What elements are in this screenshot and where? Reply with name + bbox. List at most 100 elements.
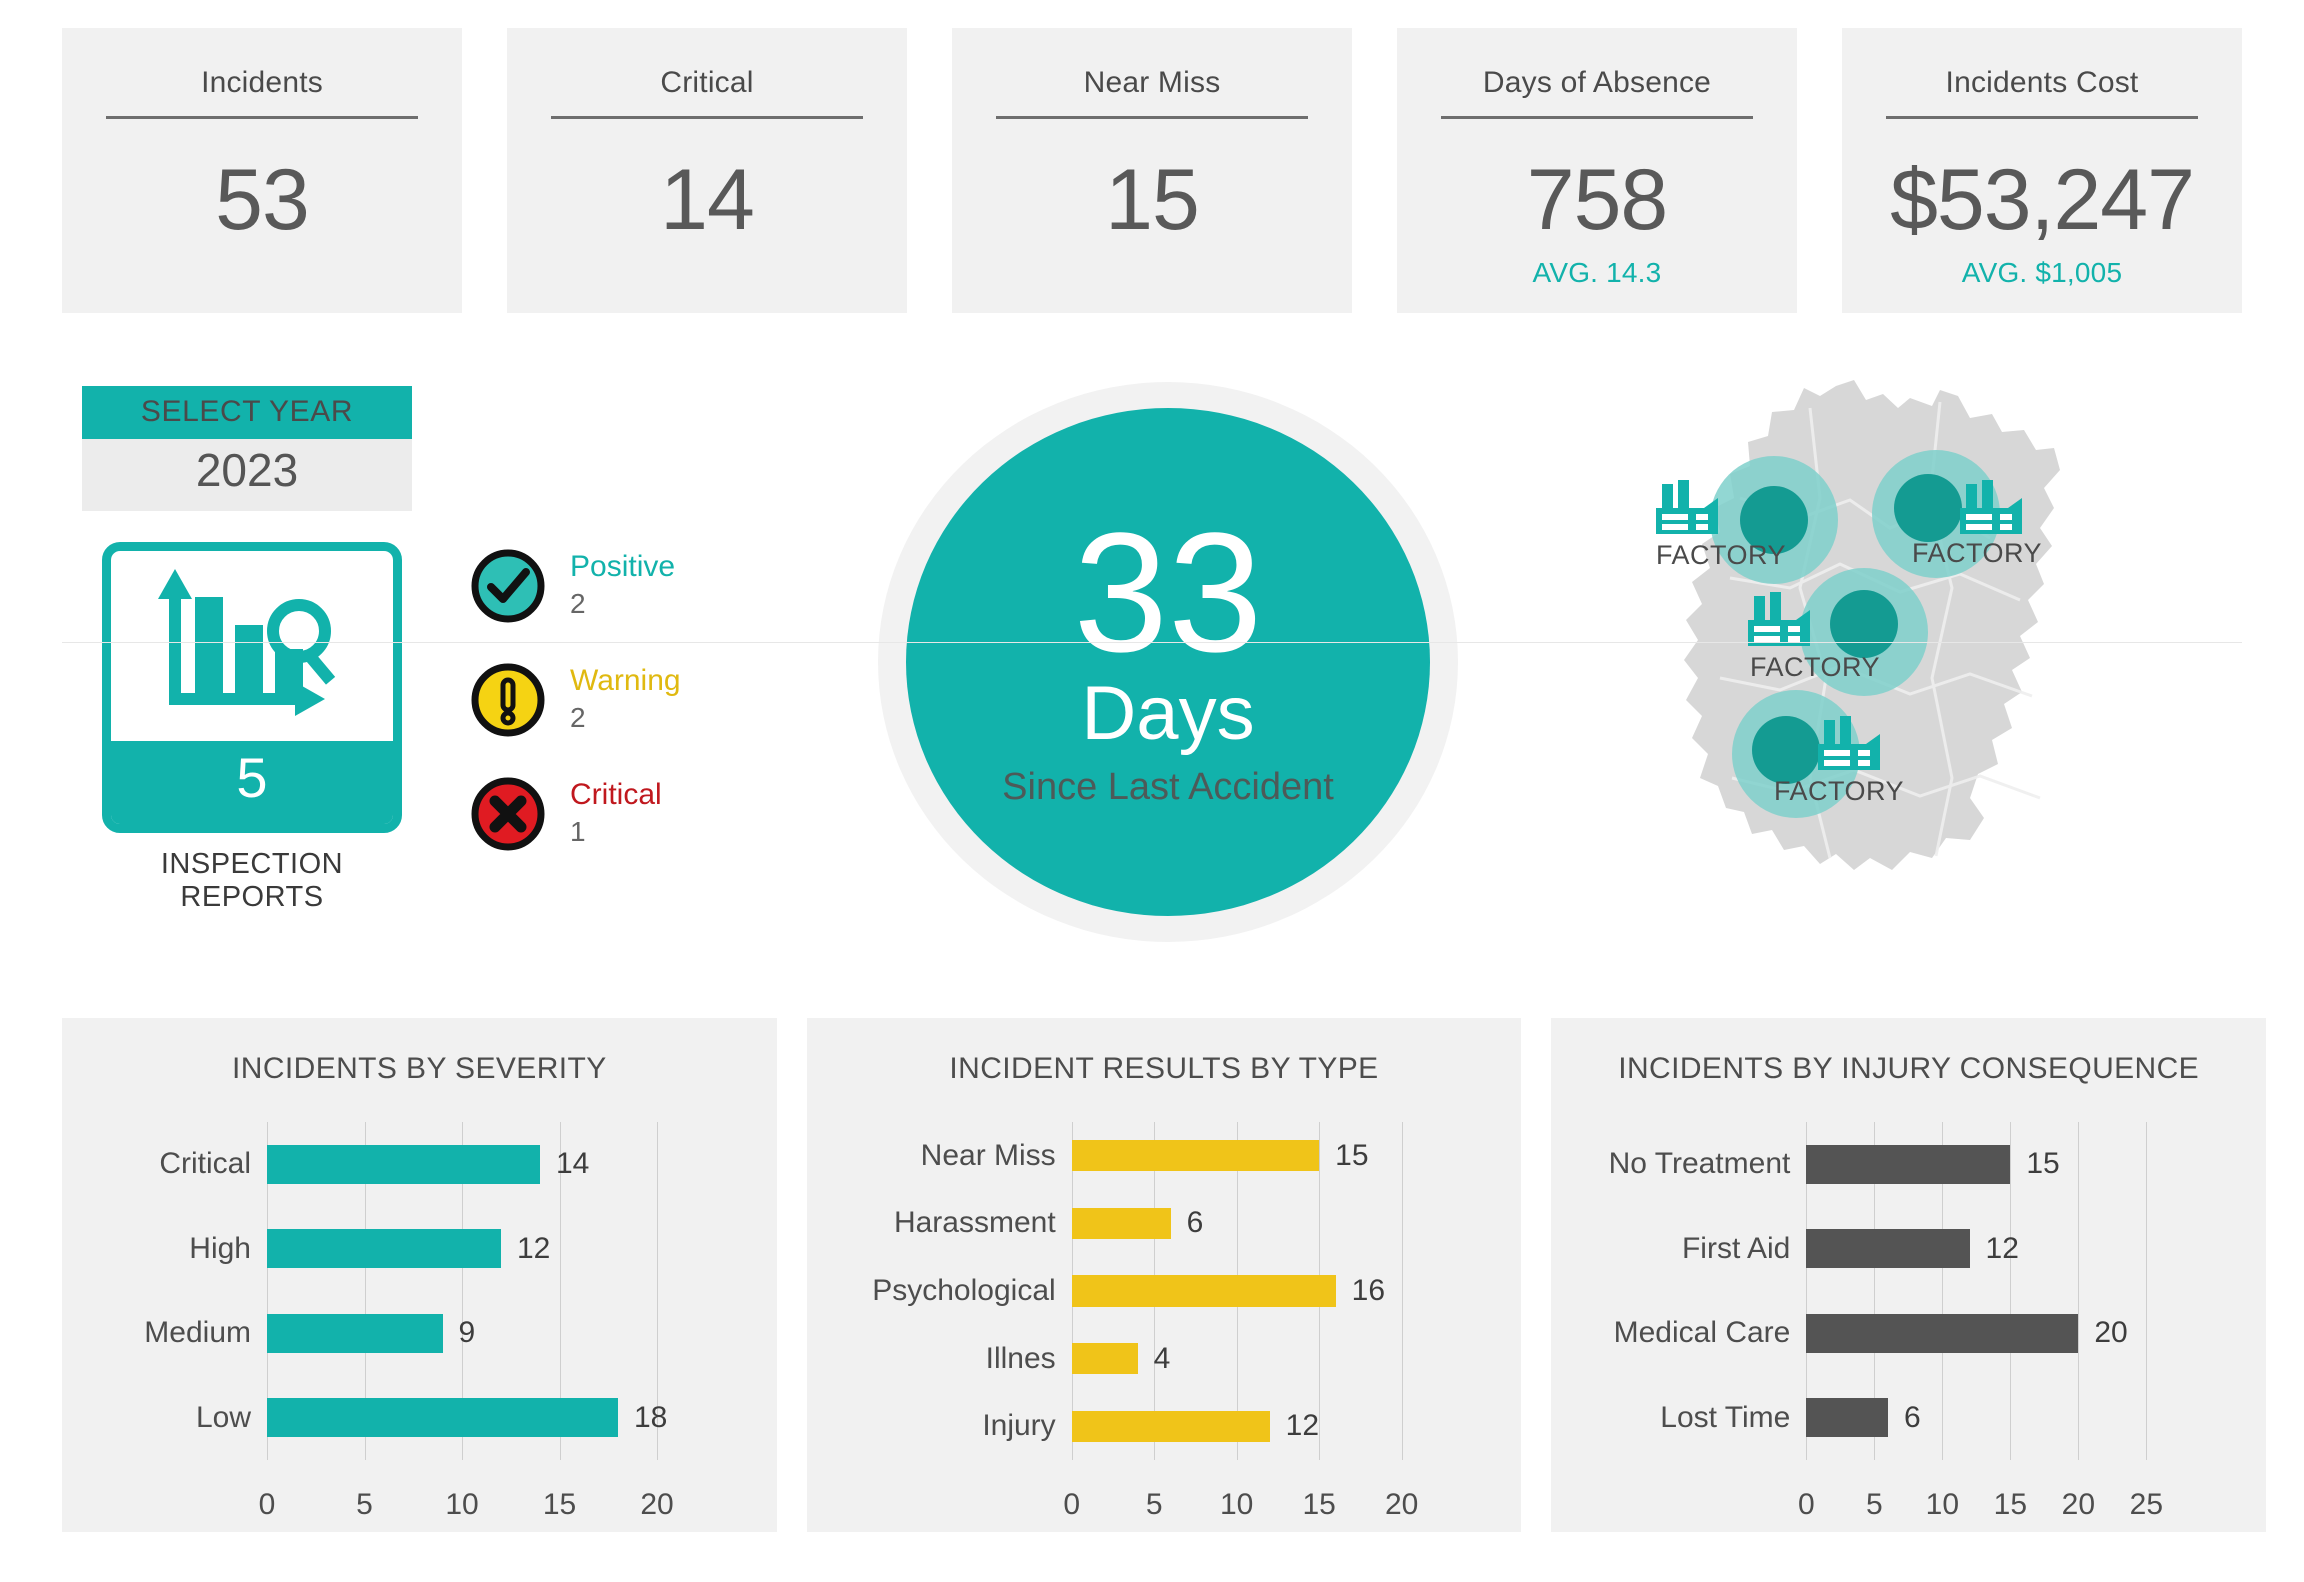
status-count: 2 [570, 701, 586, 733]
bar-value-label: 14 [556, 1147, 590, 1181]
year-selector[interactable]: SELECT YEAR 2023 [82, 386, 412, 511]
kpi-card-days-of-absence: Days of Absence 758 AVG. 14.3 [1397, 28, 1797, 313]
chart-bar[interactable] [1806, 1144, 2011, 1184]
chart-bar[interactable] [1071, 1140, 1320, 1172]
chart-bar-row: First Aid 12 [1682, 1229, 2019, 1269]
category-label: Medical Care [1613, 1316, 1791, 1350]
charts-row: INCIDENTS BY SEVERITY 0 5 10 15 20 Critical 14… [62, 1018, 2267, 1532]
category-label: First Aid [1681, 1231, 1791, 1265]
map-pin-label: FACTORY [1774, 776, 1905, 806]
inspection-label: INSPECTION REPORTS [160, 848, 344, 913]
kpi-value: 53 [215, 152, 310, 248]
axis-tick-label: 0 [1798, 1488, 1815, 1521]
kpi-average: AVG. $1,005 [1961, 257, 2123, 288]
inspection-frame: 5 [102, 542, 402, 833]
status-count: 2 [570, 587, 586, 619]
pin-dot [1752, 716, 1820, 784]
chart-bar-row: Lost Time 6 [1660, 1398, 1921, 1438]
kpi-title: Days of Absence [1482, 66, 1712, 99]
factory-icon [1816, 714, 1890, 779]
category-label: High [189, 1231, 251, 1265]
status-name: Warning [570, 664, 681, 697]
chart-bar[interactable] [267, 1398, 618, 1438]
axis-tick-label: 20 [2061, 1488, 2096, 1521]
axis-tick-label: 15 [1302, 1488, 1336, 1521]
status-item-warning: Warning 2 [470, 662, 681, 776]
bar-value-label: 12 [517, 1231, 551, 1265]
inspection-count: 5 [111, 741, 393, 824]
bar-value-label: 12 [1285, 1409, 1320, 1443]
year-selector-value[interactable]: 2023 [82, 439, 412, 511]
axis-tick-label: 25 [2129, 1488, 2164, 1521]
gridline [2146, 1122, 2148, 1460]
gridline [2078, 1122, 2080, 1460]
kpi-value: $53,247 [1890, 152, 2195, 248]
chart-bar[interactable] [267, 1144, 540, 1184]
category-label: Critical [159, 1147, 251, 1181]
chart-bar[interactable] [267, 1313, 443, 1353]
category-label: No Treatment [1608, 1147, 1791, 1181]
section-divider [62, 642, 2242, 643]
kpi-title: Incidents [201, 66, 323, 99]
category-label: Low [195, 1400, 251, 1434]
factory-icon [1958, 478, 2032, 543]
chart-bar[interactable] [1806, 1398, 1888, 1438]
chart-bar[interactable] [1071, 1275, 1336, 1307]
chart-bar-row: Injury 12 [982, 1409, 1320, 1443]
axis-tick-label: 20 [640, 1488, 674, 1521]
bar-value-label: 20 [2094, 1316, 2128, 1350]
category-label: Medium [144, 1316, 251, 1350]
axis-tick-label: 0 [1063, 1488, 1081, 1521]
chart-bar-row: Near Miss 15 [921, 1138, 1369, 1172]
check-circle-icon [470, 548, 546, 624]
chart-bar-row: Critical 14 [159, 1144, 590, 1184]
axis-tick-label: 10 [445, 1488, 479, 1521]
kpi-card-near-miss: Near Miss 15 [952, 28, 1352, 313]
axis-tick-label: 20 [1384, 1488, 1419, 1521]
kpi-card-incidents-cost: Incidents Cost $53,247 AVG. $1,005 [1842, 28, 2242, 313]
axis-tick-label: 10 [1219, 1488, 1254, 1521]
kpi-value: 15 [1105, 152, 1200, 248]
chart-bar-row: Low 18 [196, 1398, 667, 1438]
bar-value-label: 15 [2026, 1147, 2060, 1181]
status-name: Positive [570, 550, 676, 583]
kpi-rule [996, 116, 1308, 119]
kpi-title: Critical [660, 66, 754, 99]
kpi-row: Incidents 53 Critical 14 Near Miss 15 Da… [62, 28, 2242, 313]
dashboard-root: Incidents 53 Critical 14 Near Miss 15 Da… [0, 0, 2304, 1582]
chart-panel-incidents-by-severity: INCIDENTS BY SEVERITY 0 5 10 15 20 Critical 14… [62, 1018, 777, 1532]
kpi-card-critical: Critical 14 [507, 28, 907, 313]
chart-title: INCIDENTS BY INJURY CONSEQUENCE [1618, 1052, 2200, 1085]
bar-value-label: 4 [1153, 1341, 1171, 1375]
chart-bar[interactable] [1071, 1410, 1270, 1442]
chart-bar[interactable] [1071, 1343, 1138, 1375]
map-pin-label: FACTORY [1656, 540, 1787, 570]
category-label: Illnes [985, 1341, 1056, 1375]
bar-value-label: 9 [458, 1316, 476, 1350]
bar-value-label: 15 [1335, 1138, 1369, 1172]
chart-bar[interactable] [1806, 1313, 2079, 1353]
bar-chart-magnifier-icon [111, 551, 393, 741]
status-item-critical: Critical 1 [470, 776, 681, 890]
status-item-positive: Positive 2 [470, 548, 681, 662]
inspection-reports-card: 5 INSPECTION REPORTS [102, 542, 402, 914]
chart-bar-row: Medical Care 20 [1614, 1313, 2128, 1353]
status-name: Critical [570, 778, 662, 811]
factory-icon [1746, 590, 1820, 655]
kpi-rule [1441, 116, 1753, 119]
bar-value-label: 6 [1186, 1206, 1204, 1240]
chart-bar[interactable] [267, 1229, 501, 1269]
x-circle-icon [470, 776, 546, 852]
chart-bar[interactable] [1806, 1229, 1970, 1269]
pin-dot [1830, 590, 1898, 658]
chart-title: INCIDENTS BY SEVERITY [232, 1052, 607, 1085]
chart-bar[interactable] [1071, 1207, 1171, 1239]
days-since-accident-gauge: 33 Days Since Last Accident [878, 382, 1458, 942]
factory-locations-map: FACTORY FACTORY FACTORY FACTORY [1640, 378, 2160, 938]
chart-bar-row: Illnes 4 [986, 1341, 1171, 1375]
category-label: Harassment [893, 1206, 1056, 1240]
kpi-rule [106, 116, 418, 119]
axis-tick-label: 15 [1993, 1488, 2028, 1521]
map-pin-label: FACTORY [1750, 652, 1881, 682]
status-legend: Positive 2 Warning 2 Critical 1 [470, 548, 681, 890]
